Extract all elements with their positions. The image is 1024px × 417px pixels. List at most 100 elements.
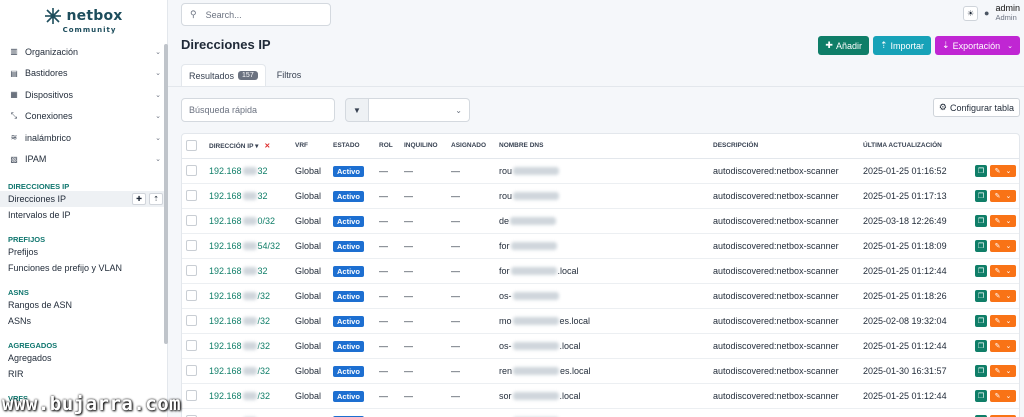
row-checkbox[interactable]	[186, 390, 197, 401]
table-row[interactable]: 192.168/32 Global Activo — — — mo es.local autod…	[182, 308, 1019, 334]
ip-cell[interactable]: 192.168 32	[205, 258, 291, 284]
table-row[interactable]: 192.168 32 Global Activo — — — rou autodiscovere…	[182, 183, 1019, 209]
user-menu[interactable]: admin Admin	[995, 3, 1020, 23]
tab-filters[interactable]: Filtros	[270, 64, 309, 86]
add-icon[interactable]: ✚	[132, 193, 146, 205]
global-search-input[interactable]: ⚲ Search...	[181, 3, 331, 26]
clone-icon[interactable]: ❐	[975, 389, 987, 402]
logo[interactable]: netbox Community	[0, 0, 167, 40]
nav-item-dispositivos[interactable]: ▦ Dispositivos ⌄	[0, 84, 167, 106]
row-select[interactable]	[182, 408, 205, 417]
ip-link[interactable]: 192.168 0/32	[209, 216, 275, 226]
configure-table-button[interactable]: ⚙ Configurar tabla	[932, 98, 1020, 117]
row-select[interactable]	[182, 308, 205, 334]
row-checkbox[interactable]	[186, 340, 197, 351]
table-row[interactable]: 192.168/32GlobalActivo———sor.localautodi…	[182, 408, 1019, 417]
sidebar-item-rangos-asn[interactable]: Rangos de ASN	[0, 297, 167, 313]
edit-button[interactable]: ✎⌄	[990, 264, 1016, 277]
sidebar-item-funciones[interactable]: Funciones de prefijo y VLAN	[0, 260, 167, 276]
clone-icon[interactable]: ❐	[975, 164, 987, 177]
sidebar-item-intervalos-ip[interactable]: Intervalos de IP	[0, 207, 167, 223]
add-button[interactable]: ✚ Añadir	[818, 36, 869, 55]
table-row[interactable]: 192.168/32 Global Activo — — — ren es.local auto…	[182, 358, 1019, 384]
ip-cell[interactable]: 192.168/32	[205, 408, 291, 417]
header-dns[interactable]: NOMBRE DNS	[495, 134, 709, 159]
row-checkbox[interactable]	[186, 315, 197, 326]
header-last-updated[interactable]: ÚLTIMA ACTUALIZACIÓN	[859, 134, 971, 159]
header-status[interactable]: ESTADO	[329, 134, 375, 159]
table-row[interactable]: 192.168/32 Global Activo — — — os- .local autodi…	[182, 333, 1019, 359]
ip-cell[interactable]: 192.168/32	[205, 333, 291, 359]
sidebar-item-direcciones-ip[interactable]: Direcciones IP ✚ ⇡	[0, 191, 167, 207]
edit-button[interactable]: ✎⌄	[990, 314, 1016, 327]
quick-search-input[interactable]: Búsqueda rápida	[181, 98, 335, 122]
ip-link[interactable]: 192.168/32	[209, 341, 270, 351]
ip-link[interactable]: 192.168 32	[209, 166, 268, 176]
nav-item-inalambrico[interactable]: ≋ inalámbrico ⌄	[0, 127, 167, 149]
row-checkbox[interactable]	[186, 215, 197, 226]
row-select[interactable]	[182, 283, 205, 309]
ip-link[interactable]: 192.168 32	[209, 191, 268, 201]
nav-item-bastidores[interactable]: ▤ Bastidores ⌄	[0, 63, 167, 85]
ip-cell[interactable]: 192.168/32	[205, 283, 291, 309]
sidebar-item-rir[interactable]: RIR	[0, 366, 167, 382]
header-vrf[interactable]: VRF	[291, 134, 329, 159]
edit-button[interactable]: ✎⌄	[990, 289, 1016, 302]
clear-sort-icon[interactable]: ✕	[264, 143, 270, 150]
clone-icon[interactable]: ❐	[975, 214, 987, 227]
ip-link[interactable]: 192.168 54/32	[209, 241, 280, 251]
ip-link[interactable]: 192.168/32	[209, 366, 270, 376]
clone-icon[interactable]: ❐	[975, 289, 987, 302]
sidebar-item-prefijos[interactable]: Prefijos	[0, 244, 167, 260]
clone-icon[interactable]: ❐	[975, 314, 987, 327]
edit-button[interactable]: ✎⌄	[990, 364, 1016, 377]
row-checkbox[interactable]	[186, 290, 197, 301]
row-select[interactable]	[182, 333, 205, 359]
row-select[interactable]	[182, 233, 205, 259]
ip-link[interactable]: 192.168 32	[209, 266, 268, 276]
tab-results[interactable]: Resultados 157	[181, 64, 266, 86]
clone-icon[interactable]: ❐	[975, 189, 987, 202]
theme-toggle-icon[interactable]: ☀	[963, 5, 979, 21]
table-row[interactable]: 192.168 32 Global Activo — — — for .local autodis…	[182, 258, 1019, 284]
table-row[interactable]: 192.168 0/32 Global Activo — — — de autodiscover…	[182, 208, 1019, 234]
row-checkbox[interactable]	[186, 165, 197, 176]
edit-button[interactable]: ✎⌄	[990, 339, 1016, 352]
ip-link[interactable]: 192.168/32	[209, 391, 270, 401]
edit-button[interactable]: ✎⌄	[990, 189, 1016, 202]
table-row[interactable]: 192.168 54/32 Global Activo — — — for autodiscov…	[182, 233, 1019, 259]
clone-icon[interactable]: ❐	[975, 264, 987, 277]
row-select[interactable]	[182, 383, 205, 409]
row-select[interactable]	[182, 358, 205, 384]
ip-cell[interactable]: 192.168/32	[205, 308, 291, 334]
filter-select[interactable]: ⌄	[369, 98, 470, 122]
ip-cell[interactable]: 192.168 32	[205, 183, 291, 209]
nav-item-ipam[interactable]: ▧ IPAM ⌄	[0, 149, 167, 171]
header-description[interactable]: DESCRIPCIÓN	[709, 134, 859, 159]
edit-button[interactable]: ✎⌄	[990, 214, 1016, 227]
header-assigned[interactable]: ASIGNADO	[447, 134, 495, 159]
ip-cell[interactable]: 192.168/32	[205, 358, 291, 384]
clone-icon[interactable]: ❐	[975, 239, 987, 252]
ip-cell[interactable]: 192.168 0/32	[205, 208, 291, 234]
header-role[interactable]: ROL	[375, 134, 400, 159]
row-select[interactable]	[182, 158, 205, 184]
row-select[interactable]	[182, 258, 205, 284]
edit-button[interactable]: ✎⌄	[990, 389, 1016, 402]
nav-item-conexiones[interactable]: ⤡ Conexiones ⌄	[0, 106, 167, 128]
ip-cell[interactable]: 192.168/32	[205, 383, 291, 409]
table-row[interactable]: 192.168/32 Global Activo — — — os-autodiscover…	[182, 283, 1019, 309]
nav-item-organizacion[interactable]: ▥ Organización ⌄	[0, 41, 167, 63]
sidebar-item-agregados[interactable]: Agregados	[0, 350, 167, 366]
table-row[interactable]: 192.168/32GlobalActivo———sor.localautodi…	[182, 383, 1019, 409]
row-select[interactable]	[182, 208, 205, 234]
edit-button[interactable]: ✎⌄	[990, 239, 1016, 252]
row-checkbox[interactable]	[186, 365, 197, 376]
ip-cell[interactable]: 192.168 32	[205, 158, 291, 184]
ip-link[interactable]: 192.168/32	[209, 316, 270, 326]
row-checkbox[interactable]	[186, 190, 197, 201]
ip-link[interactable]: 192.168/32	[209, 291, 270, 301]
header-select[interactable]	[182, 134, 205, 159]
ip-cell[interactable]: 192.168 54/32	[205, 233, 291, 259]
row-checkbox[interactable]	[186, 265, 197, 276]
